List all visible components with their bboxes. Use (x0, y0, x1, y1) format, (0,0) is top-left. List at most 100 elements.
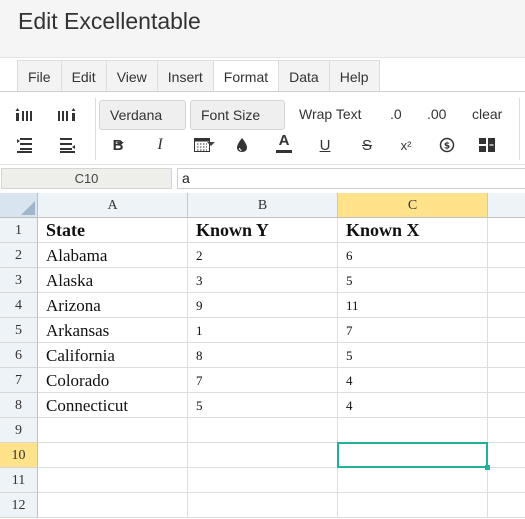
cell-a9[interactable] (38, 418, 188, 443)
tab-data[interactable]: Data (278, 60, 330, 92)
cell-b8[interactable]: 5 (188, 393, 338, 418)
cell-d5[interactable] (488, 318, 525, 343)
cell-d11[interactable] (488, 468, 525, 493)
row-header-6[interactable]: 6 (0, 343, 38, 368)
row-header-9[interactable]: 9 (0, 418, 38, 443)
format-toolbar: Verdana Font Size Wrap Text .0 .00 clear… (0, 91, 525, 165)
formula-input[interactable]: a (177, 168, 525, 189)
insert-column-left-icon[interactable] (14, 134, 36, 156)
font-family-dropdown[interactable]: Verdana (99, 100, 186, 147)
cell-b11[interactable] (188, 468, 338, 493)
cell-c12[interactable] (338, 493, 488, 518)
column-header-c[interactable]: C (338, 193, 488, 218)
cell-d2[interactable] (488, 243, 525, 268)
app-title: Edit Excellentable (18, 8, 201, 34)
cell-d10[interactable] (488, 443, 525, 468)
row-header-12[interactable]: 12 (0, 493, 38, 518)
cell-b9[interactable] (188, 418, 338, 443)
cell-b10[interactable] (188, 443, 338, 468)
cell-b6[interactable]: 8 (188, 343, 338, 368)
insert-row-above-icon[interactable] (14, 104, 36, 126)
formula-bar: C10 a (0, 166, 525, 191)
cell-a8[interactable]: Connecticut (38, 393, 188, 418)
cell-d3[interactable] (488, 268, 525, 293)
cell-c11[interactable] (338, 468, 488, 493)
font-size-dropdown[interactable]: Font Size (190, 100, 285, 147)
tab-view[interactable]: View (105, 60, 158, 92)
row-header-5[interactable]: 5 (0, 318, 38, 343)
cell-b7[interactable]: 7 (188, 368, 338, 393)
cell-a11[interactable] (38, 468, 188, 493)
cell-format-icon[interactable] (191, 134, 213, 156)
cell-c1[interactable]: Known X (338, 218, 488, 243)
cell-a3[interactable]: Alaska (38, 268, 188, 293)
merge-cells-icon[interactable] (476, 134, 498, 156)
corner-triangle-icon (21, 201, 35, 215)
cell-reference-box[interactable]: C10 (1, 168, 172, 189)
superscript-button[interactable]: x² (395, 134, 417, 156)
fill-handle[interactable] (485, 465, 490, 470)
cell-d1[interactable] (488, 218, 525, 243)
column-header-d[interactable] (488, 193, 525, 218)
cell-a12[interactable] (38, 493, 188, 518)
cell-d9[interactable] (488, 418, 525, 443)
cell-c4[interactable]: 11 (338, 293, 488, 318)
underline-button[interactable]: U (314, 134, 336, 156)
cell-c7[interactable]: 4 (338, 368, 488, 393)
select-all-corner[interactable] (0, 193, 38, 218)
cell-b2[interactable]: 2 (188, 243, 338, 268)
tab-format[interactable]: Format (212, 60, 280, 92)
row-header-7[interactable]: 7 (0, 368, 38, 393)
column-header-b[interactable]: B (188, 193, 338, 218)
italic-button[interactable]: I (149, 134, 171, 156)
cell-a6[interactable]: California (38, 343, 188, 368)
cell-c8[interactable]: 4 (338, 393, 488, 418)
row-header-3[interactable]: 3 (0, 268, 38, 293)
cell-a4[interactable]: Arizona (38, 293, 188, 318)
decimal-increase-button[interactable]: .00 (427, 106, 446, 122)
font-color-button[interactable]: A (273, 132, 295, 154)
cell-a2[interactable]: Alabama (38, 243, 188, 268)
strikethrough-button[interactable]: S (356, 134, 378, 156)
insert-row-below-icon[interactable] (56, 104, 78, 126)
row-header-11[interactable]: 11 (0, 468, 38, 493)
cell-b12[interactable] (188, 493, 338, 518)
wrap-text-button[interactable]: Wrap Text (299, 106, 362, 122)
cell-c3[interactable]: 5 (338, 268, 488, 293)
cell-c5[interactable]: 7 (338, 318, 488, 343)
font-size-value: Font Size (201, 107, 261, 123)
column-header-a[interactable]: A (38, 193, 188, 218)
cell-d12[interactable] (488, 493, 525, 518)
currency-icon[interactable]: $ (436, 134, 458, 156)
cell-c2[interactable]: 6 (338, 243, 488, 268)
cell-d6[interactable] (488, 343, 525, 368)
bold-button[interactable]: B (107, 134, 129, 156)
row-header-1[interactable]: 1 (0, 218, 38, 243)
cell-c9[interactable] (338, 418, 488, 443)
cell-d7[interactable] (488, 368, 525, 393)
cell-b3[interactable]: 3 (188, 268, 338, 293)
tab-help[interactable]: Help (328, 60, 380, 92)
row-header-2[interactable]: 2 (0, 243, 38, 268)
cell-b5[interactable]: 1 (188, 318, 338, 343)
tab-insert[interactable]: Insert (156, 60, 214, 92)
decimal-decrease-button[interactable]: .0 (390, 106, 402, 122)
row-header-4[interactable]: 4 (0, 293, 38, 318)
insert-column-right-icon[interactable] (56, 134, 78, 156)
cell-c6[interactable]: 5 (338, 343, 488, 368)
row-header-10[interactable]: 10 (0, 443, 38, 468)
cell-b1[interactable]: Known Y (188, 218, 338, 243)
tab-edit[interactable]: Edit (60, 60, 107, 92)
cell-d8[interactable] (488, 393, 525, 418)
cell-a10[interactable] (38, 443, 188, 468)
cell-a1[interactable]: State (38, 218, 188, 243)
cell-b4[interactable]: 9 (188, 293, 338, 318)
cell-d4[interactable] (488, 293, 525, 318)
clear-button[interactable]: clear (472, 106, 502, 122)
row-header-8[interactable]: 8 (0, 393, 38, 418)
cell-a7[interactable]: Colorado (38, 368, 188, 393)
cell-a5[interactable]: Arkansas (38, 318, 188, 343)
tab-file[interactable]: File (17, 60, 62, 92)
fill-color-icon[interactable] (231, 134, 253, 156)
title-bar: Edit Excellentable (0, 0, 525, 58)
